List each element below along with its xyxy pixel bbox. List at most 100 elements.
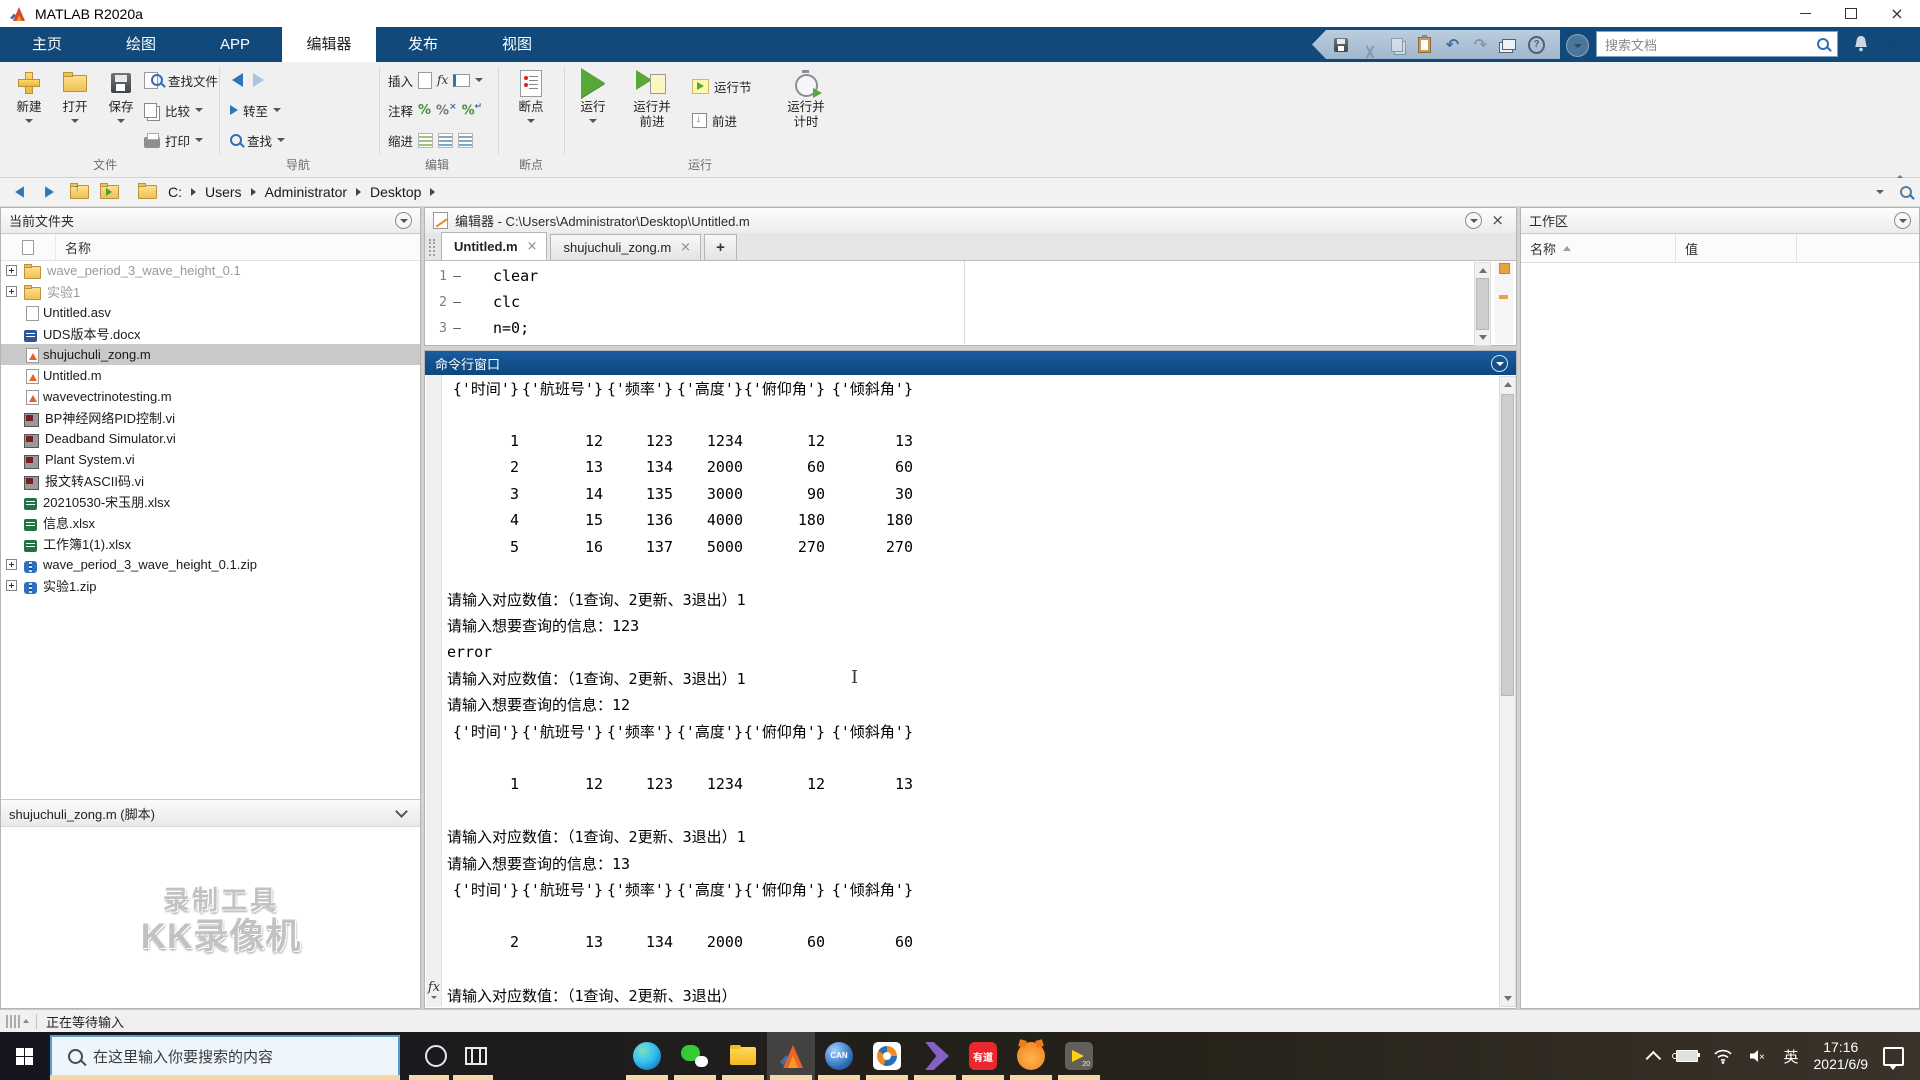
workspace-column-header[interactable]: 名称 值: [1521, 234, 1919, 263]
close-button[interactable]: ×: [1874, 0, 1920, 27]
workspace-value-column[interactable]: 值: [1676, 234, 1797, 262]
minimize-button[interactable]: [1782, 0, 1828, 27]
taskbar-app-wechat[interactable]: [671, 1032, 719, 1080]
help-icon[interactable]: ?: [1528, 35, 1545, 54]
file-row[interactable]: 20210530-宋玉朋.xlsx: [1, 491, 420, 512]
run-advance-button[interactable]: 运行并 前进: [622, 66, 682, 130]
file-row[interactable]: Untitled.m: [1, 365, 420, 386]
battery-charging-icon[interactable]: [1672, 1050, 1701, 1062]
breadcrumb-segment[interactable]: C:: [168, 184, 182, 200]
taskbar-clock[interactable]: 17:16 2021/6/9: [1814, 1039, 1869, 1073]
file-row[interactable]: shujuchuli_zong.m: [1, 344, 420, 365]
maximize-button[interactable]: [1828, 0, 1874, 27]
find-button[interactable]: 查找: [230, 128, 286, 152]
file-list-column-header[interactable]: 名称: [1, 234, 420, 261]
advance-button[interactable]: 前进: [692, 108, 737, 132]
redo-icon[interactable]: ↷: [1472, 35, 1489, 54]
file-row[interactable]: 实验1.zip: [1, 575, 420, 596]
action-center-icon[interactable]: [1883, 1046, 1904, 1070]
breadcrumb-separator-icon[interactable]: [250, 188, 256, 196]
copy-icon[interactable]: [1388, 36, 1405, 53]
expand-icon[interactable]: [6, 580, 17, 591]
run-time-button[interactable]: 运行并 计时: [776, 66, 836, 130]
taskbar-app-youdao[interactable]: [959, 1032, 1007, 1080]
goto-button[interactable]: 转至: [230, 98, 282, 122]
cortana-button[interactable]: [418, 1032, 454, 1080]
details-bar[interactable]: shujuchuli_zong.m (脚本): [1, 799, 420, 827]
open-button[interactable]: 打开: [50, 66, 100, 123]
status-grip-icon[interactable]: [6, 1014, 20, 1028]
notifications-bell-icon[interactable]: [1852, 34, 1870, 54]
wifi-icon[interactable]: [1713, 1048, 1733, 1064]
undo-icon[interactable]: ↶: [1444, 35, 1461, 54]
fx-icon[interactable]: fx: [426, 980, 442, 999]
quick-access-dropdown[interactable]: [1566, 34, 1589, 57]
file-row[interactable]: 工作簿1(1).xlsx: [1, 533, 420, 554]
taskbar-app-driver[interactable]: [863, 1032, 911, 1080]
run-button[interactable]: 运行: [568, 66, 618, 123]
switch-windows-icon[interactable]: [1500, 36, 1517, 53]
scrollbar-thumb[interactable]: [1501, 394, 1514, 696]
back-arrow-icon[interactable]: [232, 73, 243, 87]
message-indicator[interactable]: [1499, 263, 1510, 274]
status-expand-icon[interactable]: [23, 1019, 29, 1023]
indent-button[interactable]: 缩进: [388, 128, 474, 152]
cut-icon[interactable]: [1360, 36, 1377, 53]
file-row[interactable]: wavevectrinotesting.m: [1, 386, 420, 407]
ribbon-tab-APP[interactable]: APP: [188, 27, 282, 62]
scrollbar-thumb[interactable]: [1476, 278, 1489, 330]
expand-icon[interactable]: [6, 286, 17, 297]
compare-button[interactable]: 比较: [144, 98, 204, 122]
scroll-up-icon[interactable]: [1500, 377, 1515, 392]
breakpoints-button[interactable]: 断点: [506, 66, 556, 123]
login-link[interactable]: 登录: [1884, 36, 1910, 55]
save-icon[interactable]: [1332, 36, 1349, 53]
breadcrumb-separator-icon[interactable]: [191, 188, 196, 196]
file-row[interactable]: 信息.xlsx: [1, 512, 420, 533]
new-tab-button[interactable]: +: [704, 234, 737, 260]
breadcrumb-separator-icon[interactable]: [430, 188, 436, 196]
taskbar-app-can[interactable]: [815, 1032, 863, 1080]
browse-folder-icon[interactable]: [98, 182, 120, 202]
volume-muted-icon[interactable]: ×: [1748, 1048, 1768, 1064]
start-button[interactable]: [0, 1032, 48, 1080]
scroll-down-icon[interactable]: [1475, 330, 1490, 345]
find-files-button[interactable]: 查找文件: [144, 68, 218, 92]
editor-scrollbar[interactable]: [1474, 262, 1491, 346]
save-button[interactable]: 保存: [96, 66, 146, 123]
doc-search-box[interactable]: 搜索文档: [1596, 31, 1838, 57]
panel-menu-icon[interactable]: [395, 212, 412, 229]
address-search-icon[interactable]: [1900, 186, 1912, 198]
file-row[interactable]: 报文转ASCII码.vi: [1, 470, 420, 491]
comment-button[interactable]: 注释 % % %: [388, 98, 482, 122]
search-icon[interactable]: [1817, 38, 1829, 50]
print-button[interactable]: 打印: [144, 128, 204, 152]
breadcrumb-segment[interactable]: Desktop: [370, 184, 421, 200]
breadcrumb-segment[interactable]: Users: [205, 184, 242, 200]
up-one-level-icon[interactable]: [68, 182, 90, 202]
workspace-name-column[interactable]: 名称: [1521, 234, 1676, 262]
file-row[interactable]: wave_period_3_wave_height_0.1: [1, 260, 420, 281]
insert-button[interactable]: 插入 fx: [388, 68, 484, 92]
command-window-scrollbar[interactable]: [1499, 376, 1516, 1007]
file-row[interactable]: BP神经网络PID控制.vi: [1, 407, 420, 428]
file-row[interactable]: Deadband Simulator.vi: [1, 428, 420, 449]
command-window-menu-icon[interactable]: [1491, 355, 1508, 372]
hidden-icons-chevron[interactable]: [1646, 1050, 1662, 1066]
run-section-button[interactable]: 运行节: [692, 74, 752, 98]
scroll-down-icon[interactable]: [1500, 991, 1515, 1006]
paste-icon[interactable]: [1416, 34, 1433, 53]
ime-indicator[interactable]: 英: [1783, 1046, 1798, 1067]
editor-tab-Untitled.m[interactable]: Untitled.m ×: [441, 232, 548, 260]
task-view-button[interactable]: [458, 1032, 494, 1080]
tab-close-icon[interactable]: ×: [527, 239, 538, 254]
breadcrumb-separator-icon[interactable]: [356, 188, 362, 196]
taskbar-app-vs[interactable]: [911, 1032, 959, 1080]
forward-arrow-icon[interactable]: [253, 73, 264, 87]
collapse-ribbon-button[interactable]: [1896, 158, 1904, 179]
taskbar-search-box[interactable]: 在这里输入你要搜索的内容: [50, 1035, 400, 1077]
file-row[interactable]: wave_period_3_wave_height_0.1.zip: [1, 554, 420, 575]
tab-close-icon[interactable]: ×: [680, 240, 691, 255]
file-row[interactable]: Plant System.vi: [1, 449, 420, 470]
taskbar-app-matlab[interactable]: [767, 1032, 815, 1080]
